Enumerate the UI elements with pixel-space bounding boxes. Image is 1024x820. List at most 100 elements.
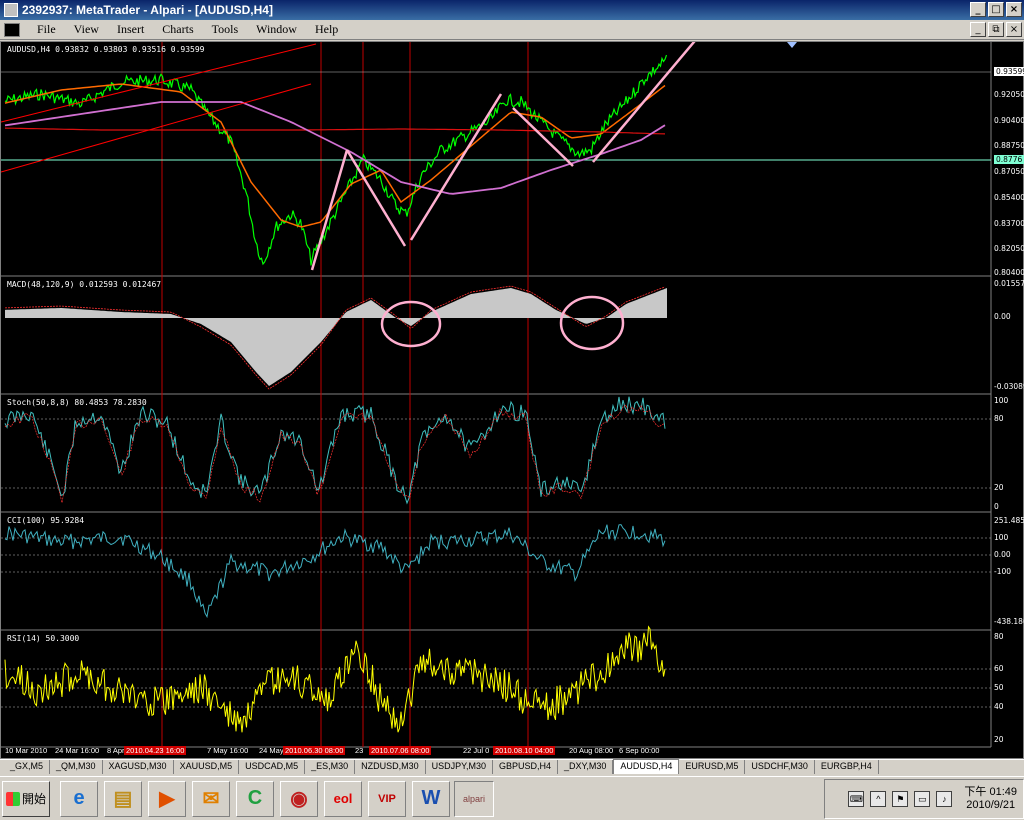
cci-axis-label: -100 <box>994 567 1012 576</box>
media-center-icon[interactable]: ◉ <box>280 780 318 817</box>
time-axis-label: 6 Sep 00:00 <box>619 746 660 755</box>
time-axis-label: 7 May 16:00 <box>207 746 249 755</box>
price-chart-canvas[interactable] <box>1 42 1023 758</box>
pink-trendlines[interactable] <box>310 42 699 271</box>
system-tray: ⌨ ^ ⚑ ▭ ♪ 下午 01:49 2010/9/21 <box>824 779 1024 819</box>
internet-explorer-icon[interactable]: e <box>60 780 98 817</box>
folder-icon[interactable]: ▤ <box>104 780 142 817</box>
macd-axis-label: 0.015571 <box>994 279 1024 288</box>
chart-tab[interactable]: XAGUSD,M30 <box>103 760 174 774</box>
cci-axis-label: -438.186 <box>994 617 1024 626</box>
mdi-minimize-button[interactable]: _ <box>970 22 986 37</box>
stoch-axis-label: 20 <box>994 483 1004 492</box>
window-title: 2392937: MetaTrader - Alpari - [AUDUSD,H… <box>22 3 273 17</box>
price-axis-label: 0.88750 <box>994 141 1024 150</box>
cci-axis-label: 0.00 <box>994 550 1011 559</box>
word-icon[interactable]: W <box>412 780 450 817</box>
rsi-axis-label: 40 <box>994 702 1004 711</box>
stoch-axis-label: 100 <box>994 396 1009 405</box>
mdi-close-button[interactable]: × <box>1006 22 1022 37</box>
menu-file[interactable]: File <box>28 22 65 37</box>
mdi-restore-button[interactable]: ⧉ <box>988 22 1004 37</box>
red-trendlines[interactable] <box>1 43 317 173</box>
menu-view[interactable]: View <box>65 22 108 37</box>
chart-tab[interactable]: _DXY,M30 <box>558 760 614 774</box>
rsi-axis-label: 60 <box>994 664 1004 673</box>
minimize-button[interactable]: _ <box>970 2 986 17</box>
chart-tab[interactable]: _ES,M30 <box>305 760 356 774</box>
chart-tab[interactable]: _GX,M5 <box>4 760 51 774</box>
chart-tab[interactable]: _QM,M30 <box>50 760 103 774</box>
time-axis-label: 22 Jul 0 <box>463 746 490 755</box>
price-axis-label: 0.82050 <box>994 244 1024 253</box>
menu-charts[interactable]: Charts <box>153 22 202 37</box>
time-axis-highlight: 2010.08.10 04:00 <box>493 746 556 755</box>
rsi-axis-label: 50 <box>994 683 1004 692</box>
cci-line <box>4 524 666 619</box>
chrome-icon[interactable]: C <box>236 780 274 817</box>
time-axis-label: 24 Mar 16:00 <box>55 746 100 755</box>
windows-logo-icon <box>5 791 20 806</box>
chart-tab[interactable]: GBPUSD,H4 <box>493 760 559 774</box>
macd-circle-annotation[interactable] <box>559 295 625 351</box>
vip-icon[interactable]: VIP <box>368 780 406 817</box>
network-icon[interactable]: ▭ <box>914 791 931 807</box>
macd-panel-label: MACD(48,120,9) 0.012593 0.012467 <box>7 280 162 289</box>
chart-window[interactable]: AUDUSD,H4 0.93832 0.93803 0.93516 0.9359… <box>0 41 1024 759</box>
indicator-levels <box>1 418 991 708</box>
start-button[interactable]: 開始 <box>2 780 50 817</box>
stoch-axis-label: 80 <box>994 414 1004 423</box>
window-controls: _ □ × <box>970 2 1022 17</box>
stoch-panel-label: Stoch(50,8,8) 80.4853 78.2830 <box>7 398 147 407</box>
chart-tab[interactable]: NZDUSD,M30 <box>355 760 426 774</box>
price-axis-label: 0.85400 <box>994 193 1024 202</box>
menu-help[interactable]: Help <box>306 22 347 37</box>
mail-icon[interactable]: ✉ <box>192 780 230 817</box>
price-axis-label: 0.90400 <box>994 116 1024 125</box>
cci-axis-label: 100 <box>994 533 1009 542</box>
chart-tab[interactable]: USDCAD,M5 <box>239 760 306 774</box>
chart-tab[interactable]: EURUSD,M5 <box>679 760 746 774</box>
cci-panel-label: CCI(100) 95.9284 <box>7 516 85 525</box>
chart-window-icon[interactable] <box>4 22 20 37</box>
chart-tab[interactable]: USDJPY,M30 <box>426 760 493 774</box>
chart-tab-bar: _GX,M5 _QM,M30 XAGUSD,M30 XAUUSD,M5 USDC… <box>0 759 1024 774</box>
menu-bar: File View Insert Charts Tools Window Hel… <box>0 20 1024 40</box>
mdi-controls: _ ⧉ × <box>970 22 1022 37</box>
moving-average-fast <box>4 83 666 228</box>
macd-axis-label: -0.03089 <box>994 382 1024 391</box>
start-label: 開始 <box>21 792 46 806</box>
cci-axis-label: 251.4857 <box>994 516 1024 525</box>
metatrader-app-icon <box>4 3 18 17</box>
maximize-button[interactable]: □ <box>988 2 1004 17</box>
chart-tab[interactable]: XAUUSD,M5 <box>174 760 240 774</box>
chevron-up-icon[interactable]: ^ <box>870 791 887 807</box>
menu-window[interactable]: Window <box>247 22 306 37</box>
menu-insert[interactable]: Insert <box>108 22 153 37</box>
rsi-axis-label: 80 <box>994 632 1004 641</box>
time-axis-label: 23 <box>355 746 364 755</box>
chart-tab[interactable]: EURGBP,H4 <box>815 760 879 774</box>
chart-tab[interactable]: USDCHF,M30 <box>745 760 815 774</box>
keyboard-icon[interactable]: ⌨ <box>848 791 865 807</box>
media-player-icon[interactable]: ▶ <box>148 780 186 817</box>
moving-average-slow <box>4 127 666 135</box>
time-axis-label: 10 Mar 2010 <box>5 746 48 755</box>
moving-average-long <box>4 101 666 195</box>
chart-shift-marker[interactable] <box>787 42 797 48</box>
price-axis-label: 0.92050 <box>994 90 1024 99</box>
close-button[interactable]: × <box>1006 2 1022 17</box>
menu-tools[interactable]: Tools <box>203 22 248 37</box>
eol-icon[interactable]: eol <box>324 780 362 817</box>
clock-date: 2010/9/21 <box>966 799 1016 811</box>
chart-tab-active[interactable]: AUDUSD,H4 <box>613 759 680 774</box>
time-axis-highlight: 2010.06.30 08:00 <box>283 746 346 755</box>
clock[interactable]: 下午 01:49 2010/9/21 <box>964 786 1017 812</box>
window-titlebar[interactable]: 2392937: MetaTrader - Alpari - [AUDUSD,H… <box>0 0 1024 20</box>
rsi-panel-label: RSI(14) 50.3000 <box>7 634 80 643</box>
volume-icon[interactable]: ♪ <box>936 791 953 807</box>
alpari-taskbar-button[interactable]: alpari <box>454 780 494 817</box>
clock-time: 下午 01:49 <box>964 786 1017 798</box>
price-axis-label: 0.87050 <box>994 167 1024 176</box>
flag-icon[interactable]: ⚑ <box>892 791 909 807</box>
